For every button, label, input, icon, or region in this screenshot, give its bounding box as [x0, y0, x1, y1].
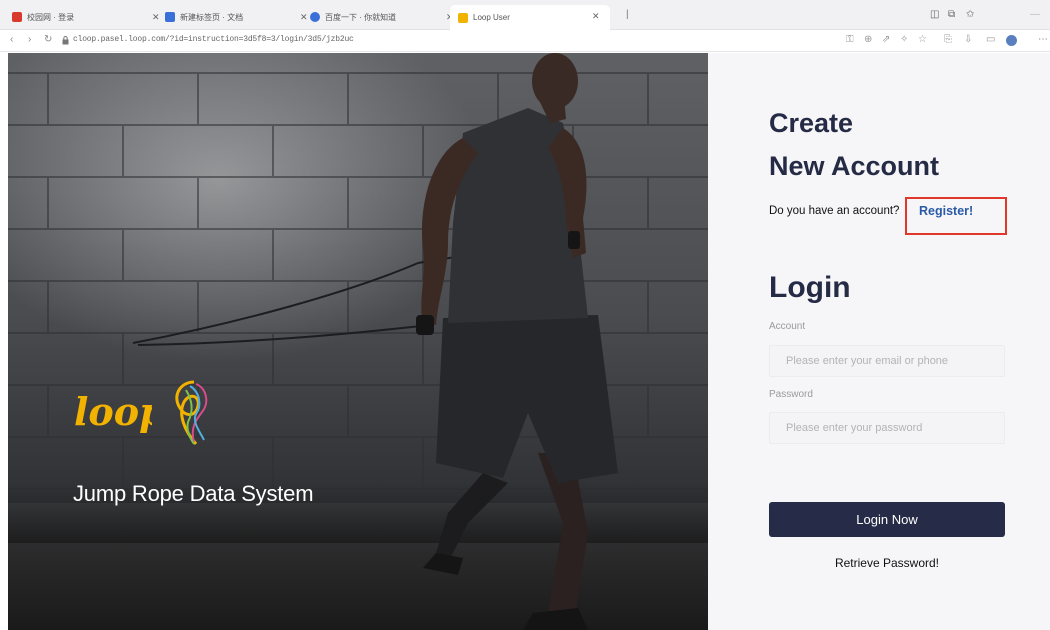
have-account-text: Do you have an account?: [769, 205, 900, 217]
rope-symbol-logo-icon: [175, 380, 208, 445]
extensions-icon[interactable]: ✧: [900, 34, 908, 45]
paw-favicon-icon: [310, 12, 320, 22]
login-button[interactable]: Login Now: [769, 502, 1005, 537]
screenshot-icon[interactable]: ▭: [986, 34, 995, 45]
doc-favicon-icon: [165, 12, 175, 22]
minimize-icon[interactable]: —: [1030, 9, 1040, 20]
account-label: Account: [769, 321, 806, 332]
back-icon[interactable]: ‹: [10, 34, 13, 45]
forward-icon[interactable]: ›: [28, 34, 31, 45]
create-heading: Create: [769, 108, 854, 138]
workspaces-icon[interactable]: ⧉: [948, 9, 955, 20]
lock-icon: [62, 36, 69, 45]
close-tab-icon[interactable]: ✕: [300, 12, 308, 23]
new-tab-icon[interactable]: |: [626, 9, 629, 20]
browser-tab-3[interactable]: 百度一下 · 你就知道 ✕: [310, 7, 454, 27]
zoom-icon[interactable]: ⊕: [864, 34, 872, 45]
tab-title: 百度一下 · 你就知道: [325, 12, 397, 22]
register-highlight-box: [905, 197, 1007, 235]
key-icon[interactable]: ⚿: [846, 34, 854, 45]
collections-icon[interactable]: ⎘: [944, 34, 952, 45]
favorite-icon[interactable]: ☆: [918, 34, 927, 45]
close-tab-icon[interactable]: ✕: [152, 12, 160, 23]
tab-title: 校园网 · 登录: [27, 12, 75, 22]
browser-tab-bar: 校园网 · 登录 ✕ 新建标签页 · 文档 ✕ 百度一下 · 你就知道 ✕ Lo…: [0, 0, 1050, 30]
close-tab-icon[interactable]: ✕: [592, 11, 600, 22]
hero-title: Jump Rope Data System: [73, 481, 314, 506]
loop-logo-icon: loop: [74, 389, 152, 434]
downloads-icon[interactable]: ⇩: [964, 34, 972, 45]
retrieve-password-link[interactable]: Retrieve Password!: [769, 556, 1005, 570]
new-account-heading: New Account: [769, 151, 940, 181]
account-input[interactable]: [769, 345, 1005, 377]
more-icon[interactable]: ⋯: [1038, 34, 1048, 45]
password-label: Password: [769, 389, 813, 400]
hero-image: loop Jump Rope Data System: [8, 53, 708, 630]
site-favicon-icon: [12, 12, 22, 22]
login-heading: Login: [769, 271, 851, 304]
auth-panel: Create New Account Do you have an accoun…: [708, 53, 1050, 630]
tab-actions-icon[interactable]: ◫: [930, 9, 939, 20]
athlete-illustration: [132, 53, 618, 630]
browser-tab-active[interactable]: Loop User ✕: [450, 5, 610, 30]
browser-address-bar: ‹ › ↻ cloop.pasel.loop.com/?id=instructi…: [0, 30, 1050, 52]
tab-title: 新建标签页 · 文档: [180, 12, 244, 22]
password-input[interactable]: [769, 412, 1005, 444]
svg-text:loop: loop: [74, 389, 152, 434]
tab-title: Loop User: [473, 13, 510, 22]
loop-favicon-icon: [458, 12, 468, 23]
reload-icon[interactable]: ↻: [44, 34, 52, 45]
profile-icon[interactable]: [1006, 35, 1017, 46]
share-icon[interactable]: ⇗: [882, 34, 890, 45]
browser-tab-1[interactable]: 校园网 · 登录 ✕: [12, 7, 160, 27]
browser-tab-2[interactable]: 新建标签页 · 文档 ✕: [165, 7, 308, 27]
url-field[interactable]: cloop.pasel.loop.com/?id=instruction=3d5…: [73, 35, 354, 44]
extensions-menu-icon[interactable]: ✩: [966, 9, 974, 20]
